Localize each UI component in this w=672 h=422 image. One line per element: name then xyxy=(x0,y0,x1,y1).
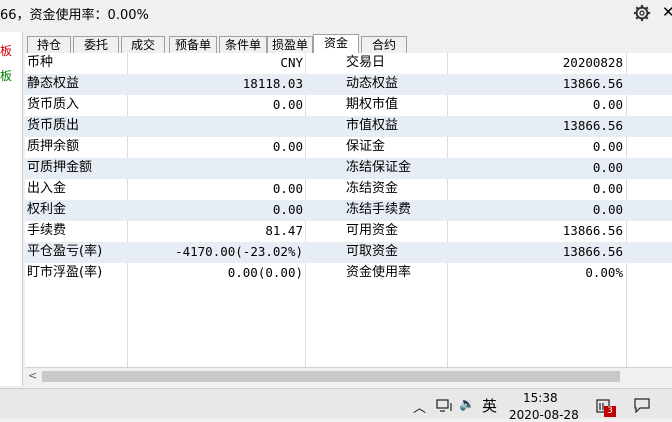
field-value: CNY xyxy=(280,55,303,70)
tab-fills[interactable]: 成交 xyxy=(121,36,165,53)
field-label: 动态权益 xyxy=(346,76,399,91)
horizontal-scrollbar[interactable]: < xyxy=(25,367,672,385)
table-row[interactable]: 手续费 81.47 可用资金 13866.56 xyxy=(25,221,672,242)
field-label: 质押余额 xyxy=(27,139,80,154)
field-value: 0.00 xyxy=(272,202,303,217)
clock-time[interactable]: 15:38 xyxy=(523,391,558,405)
side-label-bottom[interactable]: 板 xyxy=(0,67,12,84)
clock-date[interactable]: 2020-08-28 xyxy=(509,408,579,422)
tab-bar: 持仓 委托 成交 预备单 条件单 损盈单 资金 合约 xyxy=(25,34,672,54)
gear-icon[interactable] xyxy=(633,4,651,22)
field-label: 出入金 xyxy=(27,181,67,196)
field-value xyxy=(133,116,303,137)
field-value: 81.47 xyxy=(265,223,303,238)
scroll-left-icon[interactable]: < xyxy=(28,369,37,382)
field-label: 平仓盈亏(率) xyxy=(27,244,103,259)
field-label: 冻结手续费 xyxy=(346,202,412,217)
tab-contracts[interactable]: 合约 xyxy=(361,36,407,53)
side-label-top[interactable]: 板 xyxy=(0,42,12,59)
close-icon[interactable]: ✕ xyxy=(662,3,672,21)
table-row[interactable]: 盯市浮盈(率) 0.00(0.00) 资金使用率 0.00% xyxy=(25,263,672,284)
table-row[interactable]: 出入金 0.00 冻结资金 0.00 xyxy=(25,179,672,200)
field-value: 0.00 xyxy=(592,160,623,175)
funds-table: 币种 CNY 交易日 20200828 静态权益 18118.03 动态权益 1… xyxy=(25,53,672,367)
tab-conditional-orders[interactable]: 条件单 xyxy=(219,36,267,53)
table-row[interactable]: 货币质入 0.00 期权市值 0.00 xyxy=(25,95,672,116)
field-label: 资金使用率 xyxy=(346,265,412,280)
volume-icon[interactable]: 🔉 xyxy=(459,397,475,412)
field-value: 13866.56 xyxy=(562,76,623,91)
field-label: 盯市浮盈(率) xyxy=(27,265,103,280)
table-row[interactable]: 静态权益 18118.03 动态权益 13866.56 xyxy=(25,74,672,95)
field-label: 币种 xyxy=(27,55,54,70)
table-row[interactable]: 权利金 0.00 冻结手续费 0.00 xyxy=(25,200,672,221)
table-row[interactable]: 货币质出 市值权益 13866.56 xyxy=(25,116,672,137)
field-value: 0.00 xyxy=(592,139,623,154)
action-center-icon[interactable] xyxy=(634,398,650,413)
tab-orders[interactable]: 委托 xyxy=(73,36,119,53)
chevron-up-icon[interactable]: ︿ xyxy=(413,397,426,416)
windows-taskbar: ︿ 🔉 英 15:38 2020-08-28 3 xyxy=(0,388,672,422)
field-value: 0.00 xyxy=(272,97,303,112)
field-value xyxy=(133,158,303,179)
field-value: 0.00% xyxy=(585,265,623,280)
field-value: 13866.56 xyxy=(562,118,623,133)
field-label: 可取资金 xyxy=(346,244,399,259)
tab-funds[interactable]: 资金 xyxy=(313,34,359,54)
ime-indicator[interactable]: 英 xyxy=(482,395,497,416)
field-label: 可质押金额 xyxy=(27,160,93,175)
field-value: 18118.03 xyxy=(242,76,303,91)
table-row[interactable]: 平仓盈亏(率) -4170.00(-23.02%) 可取资金 13866.56 xyxy=(25,242,672,263)
field-value: 0.00(0.00) xyxy=(227,265,303,280)
field-label: 静态权益 xyxy=(27,76,80,91)
table-row[interactable]: 质押余额 0.00 保证金 0.00 xyxy=(25,137,672,158)
field-value: 13866.56 xyxy=(562,223,623,238)
field-label: 货币质入 xyxy=(27,97,80,112)
field-value: -4170.00(-23.02%) xyxy=(175,244,303,259)
field-label: 权利金 xyxy=(27,202,67,217)
tab-stop-orders[interactable]: 损盈单 xyxy=(267,36,313,53)
left-side-panel: 板 板 xyxy=(0,32,23,386)
field-value: 0.00 xyxy=(592,97,623,112)
field-label: 保证金 xyxy=(346,139,386,154)
notification-badge: 3 xyxy=(604,406,616,417)
field-value: 0.00 xyxy=(272,139,303,154)
top-status-bar: 66，资金使用率：0.00% ✕ xyxy=(0,0,672,27)
scrollbar-thumb[interactable] xyxy=(42,371,620,382)
network-icon[interactable] xyxy=(436,399,454,413)
field-label: 货币质出 xyxy=(27,118,80,133)
field-value: 20200828 xyxy=(562,55,623,70)
tab-prepared-orders[interactable]: 预备单 xyxy=(169,36,217,53)
field-label: 交易日 xyxy=(346,55,386,70)
field-label: 冻结资金 xyxy=(346,181,399,196)
table-row[interactable]: 可质押金额 冻结保证金 0.00 xyxy=(25,158,672,179)
table-row[interactable]: 币种 CNY 交易日 20200828 xyxy=(25,53,672,74)
field-label: 手续费 xyxy=(27,223,67,238)
field-label: 冻结保证金 xyxy=(346,160,412,175)
field-label: 可用资金 xyxy=(346,223,399,238)
field-label: 市值权益 xyxy=(346,118,399,133)
field-label: 期权市值 xyxy=(346,97,399,112)
field-value: 13866.56 xyxy=(562,244,623,259)
tab-positions[interactable]: 持仓 xyxy=(27,36,71,53)
field-value: 0.00 xyxy=(272,181,303,196)
account-status-text: 66，资金使用率：0.00% xyxy=(0,8,149,23)
field-value: 0.00 xyxy=(592,202,623,217)
field-value: 0.00 xyxy=(592,181,623,196)
